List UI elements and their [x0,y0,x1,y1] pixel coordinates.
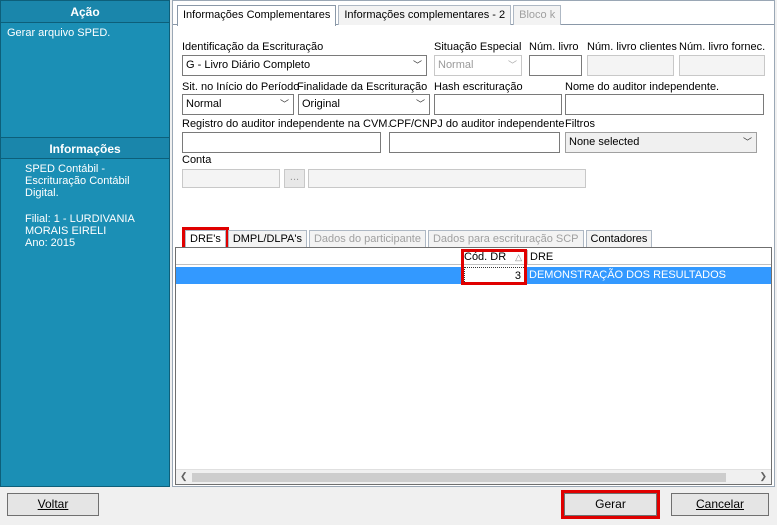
scrollbar-thumb[interactable] [192,473,726,482]
num-livro-input[interactable] [529,55,582,76]
tab-informacoes-complementares-2[interactable]: Informações complementares - 2 [338,5,512,25]
auditor-cvm-label: Registro do auditor independente na CVM. [182,118,391,130]
voltar-button[interactable]: Voltar [7,493,99,516]
auditor-cpf-input[interactable] [389,132,560,153]
finalidade-value: Original [302,98,340,110]
info-ano: Ano: 2015 [25,237,76,249]
main-panel: Informações Complementares Informações c… [172,0,775,487]
chevron-down-icon: ﹀ [742,137,752,147]
identificacao-label: Identificação da Escrituração [182,41,324,53]
filtros-value: None selected [569,136,640,148]
info-filial: Filial: 1 - LURDIVANIA MORAIS EIRELI [25,213,135,237]
finalidade-label: Finalidade da Escrituração [297,81,428,93]
situacao-value: Normal [438,59,474,71]
auditor-nome-input[interactable] [565,94,764,115]
auditor-nome-label: Nome do auditor independente. [565,81,720,93]
num-livro-clientes-input[interactable] [587,55,674,76]
num-livro-fornec-input[interactable] [679,55,765,76]
cancelar-label: Cancelar [695,497,745,511]
action-text[interactable]: Gerar arquivo SPED. [1,23,169,44]
filtros-select[interactable]: None selected ﹀ [565,132,757,153]
situacao-label: Situação Especial [434,41,522,53]
gerar-button[interactable]: Gerar [561,490,660,519]
chevron-down-icon: ﹀ [507,60,517,70]
info-body: SPED Contábil - Escrituração Contábil Di… [1,159,169,249]
identificacao-value: G - Livro Diário Completo [186,59,311,71]
sit-inicio-label: Sit. no Início do Período [182,81,300,93]
chevron-down-icon: ﹀ [412,60,422,70]
finalidade-select[interactable]: Original ﹀ [298,94,430,115]
tab-dados-participante[interactable]: Dados do participante [308,230,426,248]
action-header: Ação [1,1,169,23]
num-livro-fornec-label: Núm. livro fornec. [679,41,766,53]
voltar-label: Voltar [37,497,69,511]
conta-label: Conta [182,154,212,166]
sit-inicio-value: Normal [186,98,222,110]
tab-dados-escrituracao-scp[interactable]: Dados para escrituração SCP [427,230,584,248]
horizontal-scrollbar[interactable]: ❮ ❯ [176,469,771,484]
chevron-down-icon: ﹀ [279,99,289,109]
situacao-select[interactable]: Normal ﹀ [434,55,522,76]
sit-inicio-select[interactable]: Normal ﹀ [182,94,294,115]
top-tabs: Informações Complementares Informações c… [177,5,563,26]
cancelar-button[interactable]: Cancelar [671,493,769,516]
hash-label: Hash escrituração [434,81,523,93]
scroll-right-icon[interactable]: ❯ [759,471,767,482]
scroll-left-icon[interactable]: ❮ [180,471,188,482]
conta-code-input[interactable] [182,169,280,188]
conta-lookup-button[interactable]: ... [284,169,305,188]
info-header: Informações [1,137,169,159]
info-description: SPED Contábil - Escrituração Contábil Di… [25,163,130,199]
filtros-label: Filtros [565,118,595,130]
num-livro-label: Núm. livro [529,41,579,53]
auditor-cvm-input[interactable] [182,132,381,153]
tab-contadores[interactable]: Contadores [585,230,653,248]
hash-input[interactable] [434,94,562,115]
auditor-cpf-label: CPF/CNPJ do auditor independente [389,118,565,130]
tab-dres[interactable]: DRE's [182,227,229,251]
tab-informacoes-complementares[interactable]: Informações Complementares [177,5,337,26]
tab-dmpl-dlpas[interactable]: DMPL/DLPA's [227,230,307,248]
conta-description-input[interactable] [308,169,586,188]
left-panel: Ação Gerar arquivo SPED. Informações SPE… [0,0,170,487]
chevron-down-icon: ﹀ [415,99,425,109]
num-livro-clientes-label: Núm. livro clientes [587,41,677,53]
identificacao-select[interactable]: G - Livro Diário Completo ﹀ [182,55,427,76]
gerar-label: Gerar [595,497,626,511]
cell-dre[interactable]: DEMONSTRAÇÃO DOS RESULTADOS [529,267,726,284]
column-header-dre[interactable]: DRE [527,250,553,264]
tab-bloco-k[interactable]: Bloco k [513,5,562,25]
bottom-tabs: DRE's DMPL/DLPA's Dados do participante … [182,227,654,251]
highlight-annotation [461,249,527,285]
